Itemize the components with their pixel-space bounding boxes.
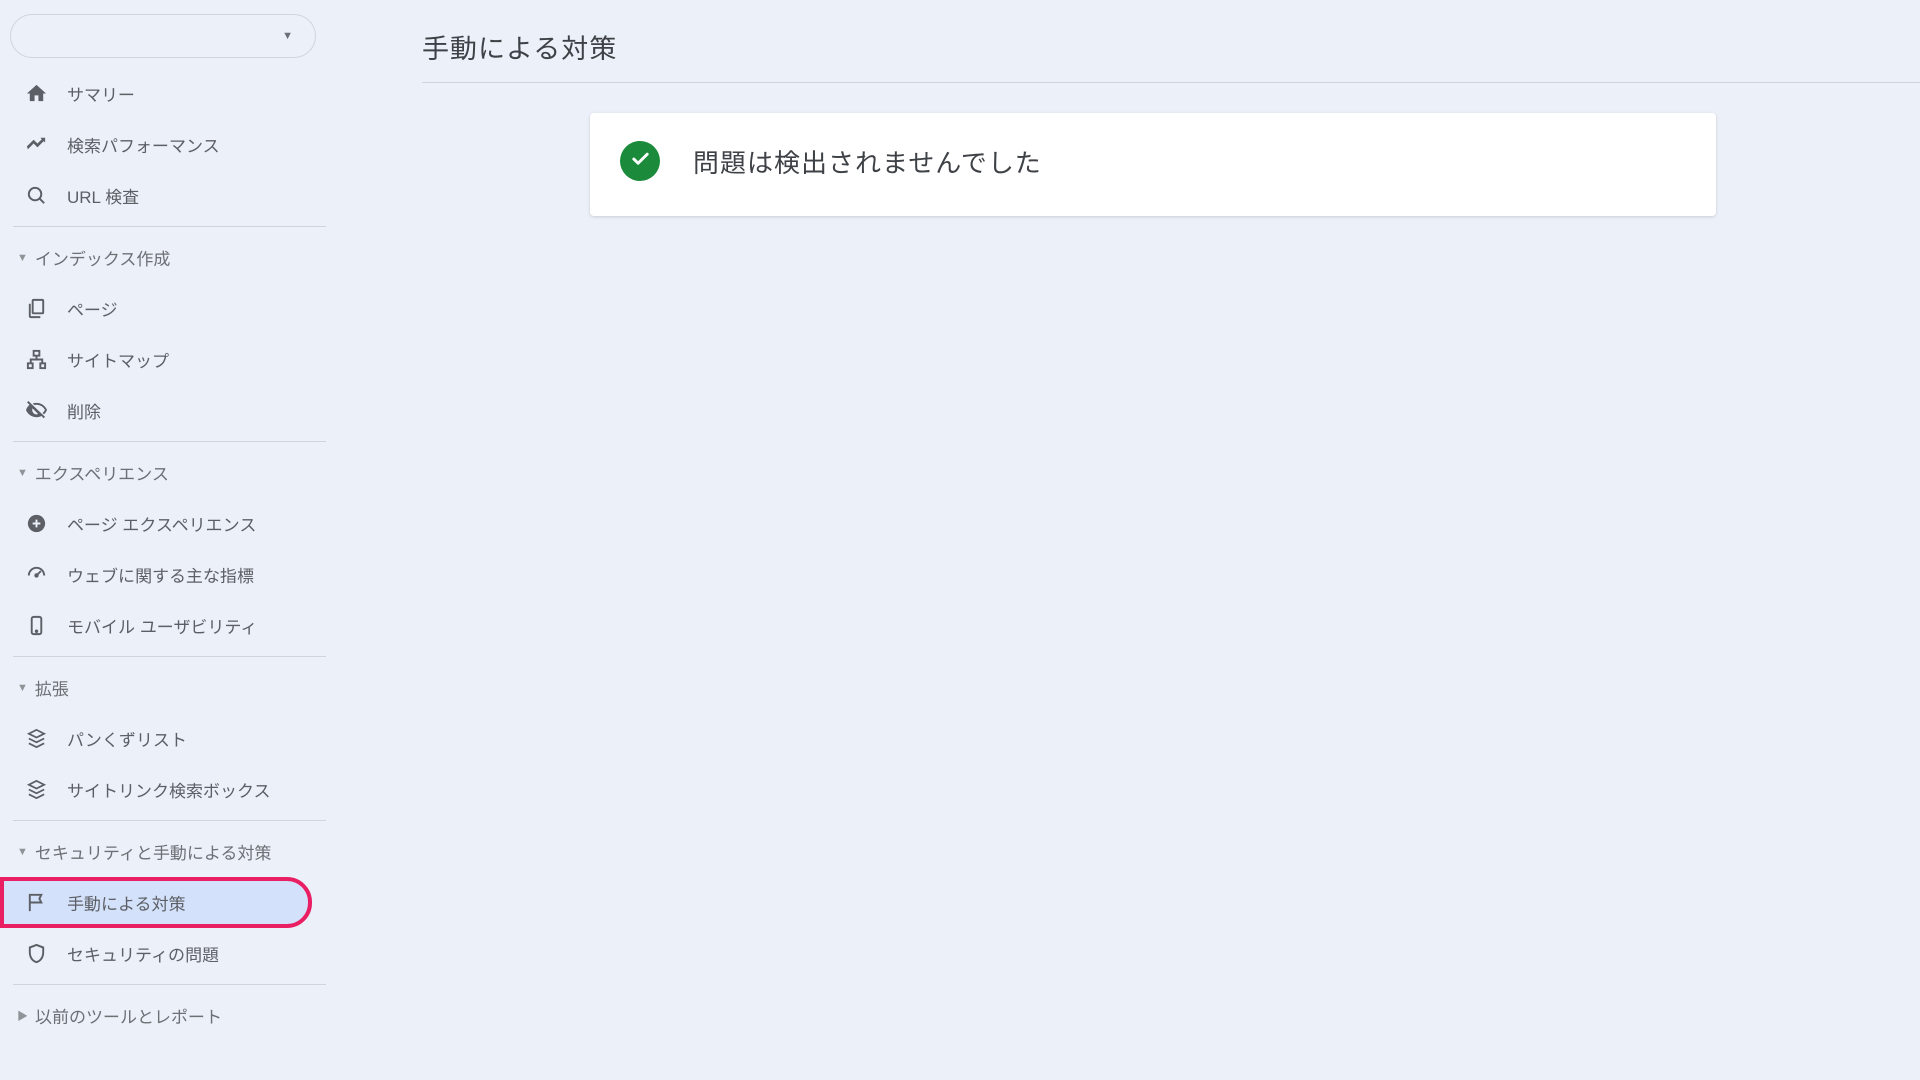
mobile-icon (25, 614, 48, 637)
nav-item-label: ページ (67, 296, 118, 321)
home-icon (25, 82, 48, 105)
section-header-0[interactable]: ▼ インデックス作成 (0, 232, 326, 283)
nav-item-label: パンくずリスト (67, 726, 187, 751)
search-icon (25, 184, 48, 207)
trending-icon (25, 133, 48, 156)
divider (13, 984, 326, 985)
speed-icon (25, 563, 48, 586)
section-title: 以前のツールとレポート (35, 1003, 222, 1028)
status-message: 問題は検出されませんでした (693, 143, 1042, 180)
nav-item-label: セキュリティの問題 (67, 941, 219, 966)
divider (13, 656, 326, 657)
status-card: 問題は検出されませんでした (590, 113, 1716, 216)
main-content: 手動による対策 問題は検出されませんでした (326, 0, 1920, 1080)
section-header-3[interactable]: ▼ セキュリティと手動による対策 (0, 826, 326, 877)
flag-icon (25, 891, 48, 914)
sitemap-icon (25, 348, 48, 371)
nav-item-1-0[interactable]: ページ エクスペリエンス (0, 498, 326, 549)
page-title: 手動による対策 (422, 27, 1920, 66)
nav-item-2-1[interactable]: サイトリンク検索ボックス (0, 764, 326, 815)
divider (13, 441, 326, 442)
section-title: 拡張 (35, 675, 69, 700)
nav-item-label: ウェブに関する主な指標 (67, 562, 254, 587)
section-title: エクスペリエンス (35, 460, 169, 485)
nav-item-label: URL 検査 (67, 183, 139, 208)
nav-item-label: ページ エクスペリエンス (67, 511, 256, 536)
hidden-icon (25, 399, 48, 422)
nav-item-label: 削除 (67, 398, 101, 423)
divider (13, 820, 326, 821)
divider (13, 226, 326, 227)
nav-item-label: 手動による対策 (67, 890, 186, 915)
layers-icon (25, 778, 48, 801)
caret-down-icon: ▼ (17, 846, 28, 858)
caret-down-icon: ▼ (17, 682, 28, 694)
section-title: セキュリティと手動による対策 (35, 839, 271, 864)
nav-item-1-1[interactable]: ウェブに関する主な指標 (0, 549, 326, 600)
nav-item-3-0[interactable]: 手動による対策 (0, 877, 312, 928)
nav-item-label: サイトリンク検索ボックス (67, 777, 271, 802)
section-header-2[interactable]: ▼ 拡張 (0, 662, 326, 713)
section-header-1[interactable]: ▼ エクスペリエンス (0, 447, 326, 498)
caret-down-icon: ▼ (17, 467, 28, 479)
nav-item-label: サマリー (67, 81, 135, 106)
shield-icon (25, 942, 48, 965)
nav-item-0-2[interactable]: 削除 (0, 385, 326, 436)
plus-circle-icon (25, 512, 48, 535)
caret-down-icon: ▼ (17, 252, 28, 264)
section-legacy-tools[interactable]: ▶ 以前のツールとレポート (0, 990, 326, 1041)
nav-item-1-2[interactable]: モバイル ユーザビリティ (0, 600, 326, 651)
nav-item-label: サイトマップ (67, 347, 169, 372)
nav-item-0-0[interactable]: ページ (0, 283, 326, 334)
nav-item-label: モバイル ユーザビリティ (67, 613, 257, 638)
content-area: 問題は検出されませんでした (422, 83, 1920, 216)
nav-item-top-1[interactable]: 検索パフォーマンス (0, 119, 326, 170)
site-selector-dropdown[interactable]: ▼ (10, 14, 316, 58)
caret-right-icon: ▶ (17, 1008, 28, 1024)
layers-icon (25, 727, 48, 750)
checkmark-icon (629, 147, 652, 175)
sidebar: ▼ サマリー検索パフォーマンス URL 検査 ▼ インデックス作成ページサイトマップ… (0, 0, 326, 1080)
nav-item-label: 検索パフォーマンス (67, 132, 220, 157)
nav-item-top-2[interactable]: URL 検査 (0, 170, 326, 221)
status-success-badge (620, 141, 660, 181)
nav-item-3-1[interactable]: セキュリティの問題 (0, 928, 326, 979)
chevron-down-icon: ▼ (282, 30, 293, 42)
section-title: インデックス作成 (35, 245, 171, 270)
nav-item-top-0[interactable]: サマリー (0, 68, 326, 119)
nav-item-0-1[interactable]: サイトマップ (0, 334, 326, 385)
pages-icon (25, 297, 48, 320)
nav-item-2-0[interactable]: パンくずリスト (0, 713, 326, 764)
page-header: 手動による対策 (422, 0, 1920, 83)
